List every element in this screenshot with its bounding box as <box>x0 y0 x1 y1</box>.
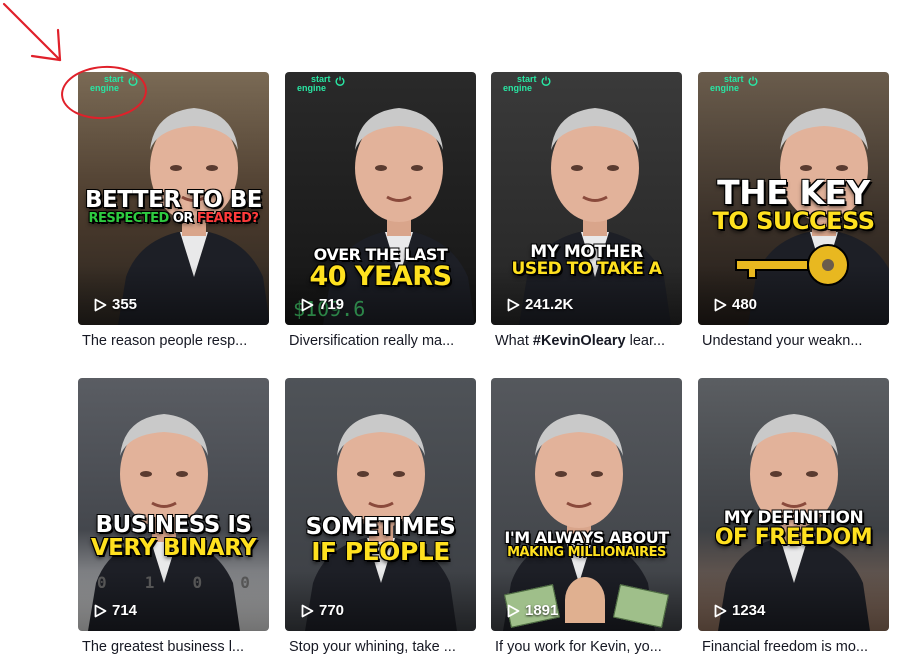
video-caption-overlay: OVER THE LAST 40 YEARS <box>309 245 452 292</box>
video-thumbnail[interactable]: BUSINESS IS VERY BINARY 0100 714 <box>78 378 269 631</box>
view-count: 770 <box>301 602 344 619</box>
video-description[interactable]: The greatest business l... <box>78 639 269 655</box>
play-icon <box>507 604 520 618</box>
startengine-logo: start engine <box>710 75 756 97</box>
video-caption-overlay: BUSINESS IS VERY BINARY <box>90 512 257 561</box>
startengine-logo: start engine <box>297 75 343 97</box>
power-icon <box>335 76 345 86</box>
video-caption-overlay: MY DEFINITION OF FREEDOM <box>714 508 873 550</box>
play-icon <box>94 298 107 312</box>
power-icon <box>748 76 758 86</box>
play-icon <box>301 298 314 312</box>
person-image <box>285 378 476 631</box>
video-caption-overlay: THE KEY TO SUCCESS <box>712 173 875 235</box>
video-description[interactable]: Diversification really ma... <box>285 333 476 349</box>
video-caption-overlay: I'M ALWAYS ABOUT MAKING MILLIONAIRES <box>504 528 669 560</box>
video-description[interactable]: The reason people resp... <box>78 333 269 349</box>
video-thumbnail[interactable]: I'M ALWAYS ABOUT MAKING MILLIONAIRES 189… <box>491 378 682 631</box>
video-card[interactable]: start engine MY MOTHER USED TO TAKE A 24… <box>491 72 682 349</box>
play-icon <box>714 604 727 618</box>
video-card[interactable]: BUSINESS IS VERY BINARY 0100 714 The gre… <box>78 378 269 655</box>
power-icon <box>541 76 551 86</box>
view-count: 714 <box>94 602 137 619</box>
video-description[interactable]: If you work for Kevin, yo... <box>491 639 682 655</box>
hashtag-link[interactable]: #KevinOleary <box>533 333 626 349</box>
video-caption-overlay: MY MOTHER USED TO TAKE A <box>511 242 662 279</box>
video-description[interactable]: What #KevinOleary lear... <box>491 333 682 349</box>
play-icon <box>507 298 520 312</box>
video-card[interactable]: start engine THE KEY TO SUCCESS 480 Unde… <box>698 72 889 349</box>
video-thumbnail[interactable]: start engine OVER THE LAST 40 YEARS $109… <box>285 72 476 325</box>
video-thumbnail[interactable]: start engine THE KEY TO SUCCESS 480 <box>698 72 889 325</box>
video-card[interactable]: start engine OVER THE LAST 40 YEARS $109… <box>285 72 476 349</box>
video-card[interactable]: SOMETIMES IF PEOPLE 770 Stop your whinin… <box>285 378 476 655</box>
play-icon <box>94 604 107 618</box>
view-count: 719 <box>301 296 344 313</box>
video-thumbnail[interactable]: start engine MY MOTHER USED TO TAKE A 24… <box>491 72 682 325</box>
video-caption-overlay: SOMETIMES IF PEOPLE <box>305 514 456 566</box>
person-image <box>491 72 682 325</box>
video-thumbnail[interactable]: MY DEFINITION OF FREEDOM 1234 <box>698 378 889 631</box>
video-caption-overlay: BETTER TO BE RESPECTED OR FEARED? <box>84 187 263 226</box>
view-count: 1891 <box>507 602 558 619</box>
person-image <box>78 378 269 631</box>
play-icon <box>301 604 314 618</box>
view-count: 355 <box>94 296 137 313</box>
video-description[interactable]: Undestand your weakn... <box>698 333 889 349</box>
video-card[interactable]: MY DEFINITION OF FREEDOM 1234 Financial … <box>698 378 889 655</box>
view-count: 480 <box>714 296 757 313</box>
view-count: 241.2K <box>507 296 573 313</box>
video-card[interactable]: I'M ALWAYS ABOUT MAKING MILLIONAIRES 189… <box>491 378 682 655</box>
view-count: 1234 <box>714 602 765 619</box>
video-description[interactable]: Financial freedom is mo... <box>698 639 889 655</box>
play-icon <box>714 298 727 312</box>
person-image <box>698 378 889 631</box>
binary-digits: 0100 <box>97 573 250 592</box>
video-thumbnail[interactable]: SOMETIMES IF PEOPLE 770 <box>285 378 476 631</box>
video-description[interactable]: Stop your whining, take ... <box>285 639 476 655</box>
key-icon <box>735 244 849 286</box>
startengine-logo: start engine <box>503 75 549 97</box>
